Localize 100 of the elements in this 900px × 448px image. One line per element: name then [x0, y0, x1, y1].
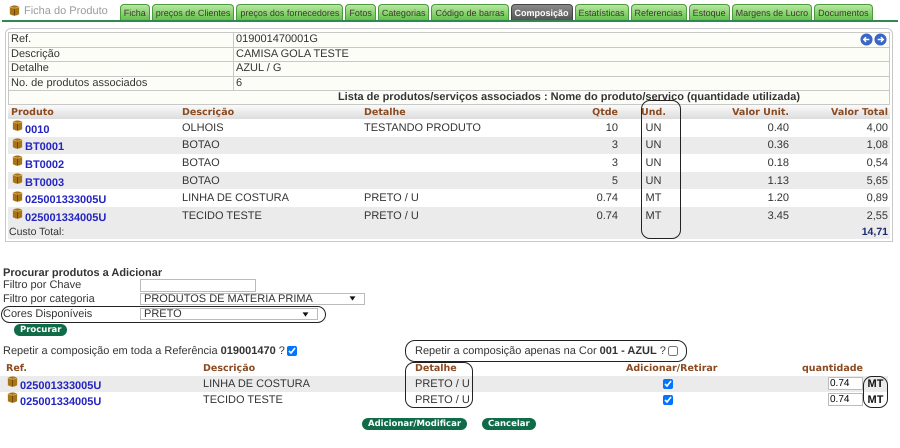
tab[interactable]: Estoque — [688, 4, 730, 20]
tab[interactable]: Margens de Lucro — [732, 4, 812, 20]
column-header: quantidade — [801, 363, 863, 374]
unit-label: MT — [868, 378, 884, 390]
repeat-text: Repetir a composição em toda a Referência 019001470 ? — [3, 344, 285, 357]
checkbox[interactable] — [668, 346, 678, 356]
table-cell-text: UN — [644, 174, 662, 187]
checkbox[interactable] — [663, 394, 673, 405]
box-icon — [11, 136, 24, 150]
checkbox[interactable] — [286, 346, 297, 356]
table-cell-text: LINHA DE COSTURA — [182, 192, 290, 204]
list-heading: Lista de produtos/serviços associados : Nome do produto/servico (quantidade utilizada) — [336, 91, 802, 104]
next-icon[interactable] — [874, 33, 887, 46]
table-cell-text: 5 — [610, 174, 618, 187]
table-cell-text: 0.74 — [596, 192, 618, 204]
table-cell-text: MT — [644, 192, 662, 204]
table-cell-text: BOTAO — [182, 156, 221, 169]
tab[interactable]: Documentos — [814, 4, 873, 20]
tab[interactable]: Estatísticas — [574, 4, 629, 20]
product-link[interactable]: BT0002 — [25, 154, 64, 171]
box-icon — [11, 190, 24, 203]
total-value: 14,71 — [862, 226, 888, 238]
table-cell-text: 0.36 — [766, 139, 789, 152]
info-label: No. de produtos associados — [9, 76, 234, 90]
section-title: Procurar produtos a Adicionar — [3, 266, 164, 279]
table-cell-text: 3 — [610, 156, 618, 169]
info-label: Ref. — [9, 33, 234, 46]
table-cell-text: 0,54 — [866, 156, 888, 169]
info-value: 6 — [235, 76, 242, 90]
column-header: Adicionar/Retirar — [625, 363, 718, 374]
info-value: 019001470001G — [235, 33, 318, 46]
product-link[interactable]: 0010 — [25, 120, 50, 136]
box-icon — [11, 172, 24, 186]
field-label: Filtro por categoria — [3, 292, 96, 305]
box-icon — [11, 207, 24, 220]
product-link[interactable]: 025001334005U — [25, 208, 106, 224]
unit-label: MT — [868, 394, 884, 406]
column-header: Descrição — [182, 106, 236, 118]
column-header: Valor Unit. — [731, 106, 789, 118]
previous-icon[interactable] — [860, 33, 873, 46]
tab[interactable]: Composição — [510, 4, 573, 20]
table-cell-text: 1,08 — [866, 139, 888, 152]
tab[interactable]: Ficha — [120, 4, 150, 20]
quantity-field[interactable]: 0.74 — [828, 393, 863, 406]
table-cell-text: UN — [644, 156, 662, 169]
table-cell-text: 1.20 — [766, 192, 789, 204]
page-title: Ficha do Produto — [24, 4, 108, 16]
product-link[interactable]: 025001334005U — [20, 392, 102, 408]
checkbox[interactable] — [663, 378, 673, 389]
dropdown[interactable]: PRETO — [140, 308, 318, 320]
column-header: Qtde — [591, 106, 618, 118]
table-cell-text: 5,65 — [866, 174, 888, 187]
tab[interactable]: preços de Clientes — [152, 4, 234, 20]
column-header: Und. — [640, 106, 667, 118]
table-cell-text: 2,55 — [866, 210, 888, 222]
tab[interactable]: preços dos fornecedores — [236, 4, 344, 20]
table-cell-text: 3.45 — [766, 210, 789, 222]
table-cell-text: MT — [644, 210, 662, 222]
table-cell: LINHA DE COSTURA — [203, 378, 310, 390]
table-cell: TECIDO TESTE — [203, 394, 283, 406]
table-cell-text: 10 — [604, 122, 618, 134]
box-icon — [8, 4, 21, 17]
cancel-button[interactable]: Cancelar — [482, 418, 536, 430]
input-field[interactable] — [140, 278, 256, 292]
tab[interactable]: Referencias — [630, 4, 687, 20]
info-label: Detalhe — [9, 62, 234, 76]
info-label: Descrição — [9, 48, 234, 61]
box-icon — [6, 375, 19, 388]
column-header: Ref. — [5, 363, 28, 374]
table-cell-text: 0.40 — [766, 122, 789, 134]
table-cell-text: 3 — [610, 139, 618, 152]
column-header: Valor Total — [830, 106, 888, 118]
table-cell-text: UN — [644, 122, 662, 134]
table-cell: PRETO / U — [415, 378, 470, 390]
table-cell-text: 0.18 — [766, 156, 789, 169]
product-link[interactable]: 025001333005U — [25, 190, 106, 206]
tab[interactable]: Categorias — [378, 4, 430, 20]
product-link[interactable]: 025001333005U — [20, 376, 102, 392]
box-icon — [6, 391, 19, 404]
field-label: Cores Disponíveis — [3, 308, 94, 320]
table-cell: TESTANDO PRODUTO — [364, 122, 481, 134]
total-label: Custo Total: — [9, 226, 64, 238]
tab[interactable]: Fotos — [345, 4, 376, 20]
product-link[interactable]: BT0001 — [25, 137, 64, 154]
dropdown[interactable]: PRODUTOS DE MATERIA PRIMA — [140, 292, 365, 305]
caret-icon — [349, 296, 356, 302]
add-button[interactable]: Adicionar/Modificar — [362, 418, 468, 430]
product-link[interactable]: BT0003 — [25, 172, 64, 189]
table-cell-text: BOTAO — [182, 139, 221, 152]
repeat-text: Repetir a composição apenas na Cor 001 - AZUL ? — [415, 344, 666, 357]
table-cell-text: 4,00 — [866, 122, 888, 134]
search-button[interactable]: Procurar — [14, 324, 68, 336]
quantity-field[interactable]: 0.74 — [828, 377, 863, 390]
column-header: Descrição — [203, 363, 256, 374]
table-cell-text: UN — [644, 139, 662, 152]
caret-icon — [302, 312, 309, 317]
tab[interactable]: Código de barras — [431, 4, 508, 20]
info-value: AZUL / G — [235, 62, 282, 76]
table-cell-text: 1.13 — [766, 174, 789, 187]
box-icon — [11, 154, 24, 168]
